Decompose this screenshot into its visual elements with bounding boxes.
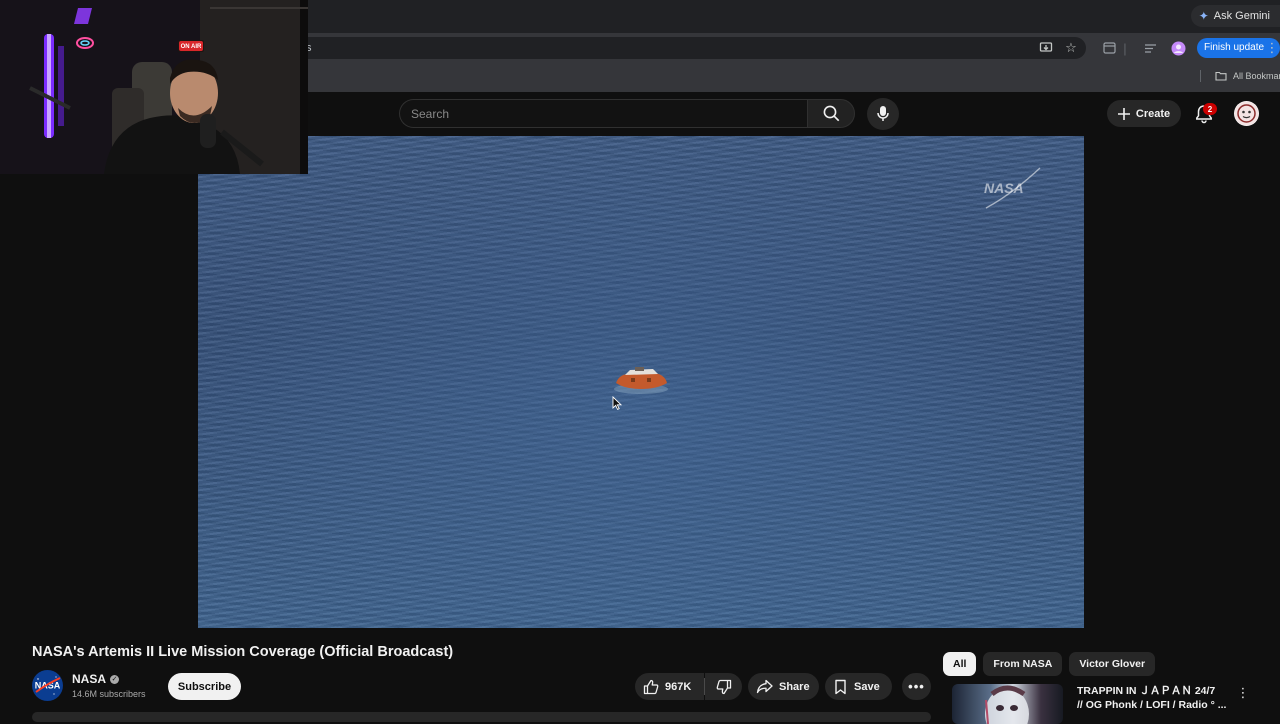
save-button[interactable]: Save <box>825 673 892 700</box>
share-arrow-icon <box>756 679 773 694</box>
create-label: Create <box>1135 107 1171 120</box>
bookmark-star-icon[interactable]: ☆ <box>1062 39 1080 57</box>
microphone-icon <box>877 106 889 121</box>
dislike-button[interactable] <box>705 673 742 700</box>
mouse-cursor-icon <box>612 396 622 410</box>
recommendation-title[interactable]: TRAPPIN IN ＪＡＰＡＮ 24/7 // OG Phonk / LOFI… <box>1077 684 1227 712</box>
streamer-webcam-overlay: ON AIR <box>0 0 308 174</box>
folder-icon <box>1215 71 1227 81</box>
share-button[interactable]: Share <box>748 673 819 700</box>
search-box[interactable] <box>399 99 807 128</box>
description-box[interactable] <box>32 712 931 722</box>
bookmarks-separator <box>1200 70 1201 82</box>
nasa-watermark-text: NASA <box>984 180 1024 196</box>
chip-from-nasa[interactable]: From NASA <box>983 652 1063 676</box>
gemini-sparkle-icon: ✦ <box>1198 9 1209 23</box>
ask-gemini-button[interactable]: ✦ Ask Gemini <box>1190 5 1280 27</box>
subscribe-button[interactable]: Subscribe <box>168 673 241 700</box>
chip-victor-glover[interactable]: Victor Glover <box>1069 652 1156 676</box>
orion-capsule <box>614 367 668 394</box>
verified-check-icon: ✓ <box>110 674 120 684</box>
nasa-logo-icon: NASA <box>32 670 63 701</box>
all-bookmarks-label: All Bookmarks <box>1233 71 1280 81</box>
channel-name[interactable]: NASA ✓ <box>72 672 120 686</box>
nasa-watermark-logo: NASA <box>984 167 1041 209</box>
thumbs-up-icon <box>643 679 659 694</box>
plus-icon <box>1117 107 1130 120</box>
like-button[interactable]: 967K <box>635 673 704 700</box>
subscriber-count: 14.6M subscribers <box>72 689 146 699</box>
address-bar[interactable]: s <box>236 37 1086 59</box>
finish-update-label: Finish update <box>1204 42 1265 53</box>
recommendation-thumbnail[interactable] <box>952 684 1063 724</box>
avatar-face-icon <box>1234 101 1259 126</box>
search-input[interactable] <box>400 100 807 127</box>
recommendation-menu-icon[interactable]: ⋮ <box>1236 686 1250 702</box>
chrome-menu-icon[interactable]: ⋮ <box>1266 39 1279 57</box>
install-app-icon[interactable] <box>1037 39 1055 57</box>
search-button[interactable] <box>807 99 855 128</box>
create-button[interactable]: Create <box>1107 100 1181 127</box>
like-count: 967K <box>665 680 692 693</box>
on-air-sign: ON AIR <box>180 44 202 50</box>
bookmark-icon <box>835 679 846 694</box>
tab-search-icon[interactable] <box>1100 39 1118 57</box>
all-bookmarks-button[interactable]: All Bookmarks <box>1200 70 1280 82</box>
save-label: Save <box>854 680 880 693</box>
related-filter-chips: All From NASA Victor Glover <box>943 652 1156 676</box>
chip-all[interactable]: All <box>943 652 977 676</box>
webcam-scene <box>0 0 308 174</box>
search-icon <box>823 105 839 122</box>
thumbs-down-icon <box>716 679 731 694</box>
more-actions-button[interactable]: ••• <box>902 673 931 700</box>
recommendation-title-line1: TRAPPIN IN ＪＡＰＡＮ 24/7 <box>1077 685 1216 697</box>
profile-avatar-icon[interactable] <box>1169 39 1187 57</box>
reading-list-icon[interactable] <box>1141 39 1159 57</box>
thumbnail-art <box>985 685 1029 724</box>
notification-count-badge: 2 <box>1203 103 1217 115</box>
voice-search-button[interactable] <box>867 98 899 130</box>
ask-gemini-label: Ask Gemini <box>1213 10 1270 22</box>
account-avatar[interactable] <box>1234 101 1259 126</box>
channel-avatar[interactable]: NASA <box>32 670 63 701</box>
video-title: NASA's Artemis II Live Mission Coverage … <box>32 644 454 660</box>
recommendation-title-line2: // OG Phonk / LOFI / Radio ° ... <box>1077 699 1227 711</box>
toolbar-separator: | <box>1123 40 1127 56</box>
more-horizontal-icon: ••• <box>908 679 925 694</box>
channel-name-label: NASA <box>72 672 107 686</box>
share-label: Share <box>779 680 810 693</box>
